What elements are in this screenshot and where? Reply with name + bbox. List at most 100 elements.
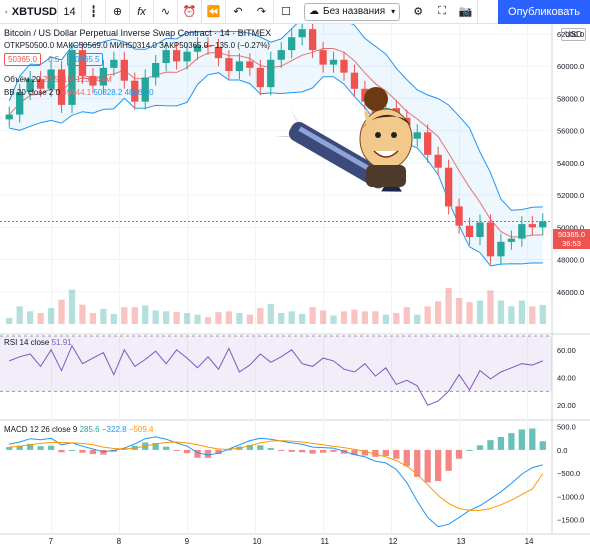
volume-bar [121,307,128,324]
rsi-label: RSI 14 close [4,338,50,347]
volume-bar [330,315,337,324]
macd-histogram-bar [278,449,285,451]
candle-body [267,59,275,88]
candle-body [319,50,327,65]
macd-histogram-bar [330,449,337,452]
indicators-button[interactable]: fx [130,0,154,24]
volume-bar [508,306,515,324]
sell-price[interactable]: 50365.0 [4,53,41,66]
volume-bar [455,298,463,324]
templates-button[interactable]: ∿ [154,0,178,24]
volume-bar [89,313,97,324]
volume-bar [152,310,159,324]
macd-histogram-bar [309,449,316,454]
candle-body [497,241,505,257]
fullscreen-button[interactable]: ⛶ [430,0,454,24]
alert-clock-icon: ⏰ [182,6,197,18]
candle-body [120,59,128,81]
macd-line-value: −322.8 [101,425,127,434]
volume-bar [194,314,201,324]
waveform-icon: ∿ [160,6,171,18]
symbol-search-button[interactable]: XBTUSD [0,0,58,24]
candle-body [518,224,526,239]
volume-bar [131,307,138,324]
indicators-icon: fx [137,5,146,18]
candle-body [413,132,421,139]
macd-legend: MACD 12 26 close 9 285.6 −322.8 −509.4 [4,425,154,434]
macd-histogram-bar [257,445,264,450]
volume-value-b: 123.944M [76,75,112,84]
macd-histogram-bar [455,449,463,459]
snapshot-button[interactable]: 📷 [454,0,479,24]
candle-body [476,222,484,237]
alert-button[interactable]: ⏰ [178,0,202,24]
volume-bar [288,311,295,324]
volume-bar [110,313,117,324]
volume-bar [267,303,274,324]
volume-label: Объём 20 [4,75,41,84]
volume-value-a: 23.541M [42,75,74,84]
macd-histogram-bar [476,445,484,450]
macd-histogram-bar [529,428,536,450]
rsi-tick-label: 40.00 [557,374,576,383]
macd-histogram-bar [267,448,274,450]
undo-button[interactable]: ↶ [226,0,250,24]
compare-button[interactable]: ⊕ [106,0,130,24]
candle-body [110,59,118,68]
candle-body [465,225,474,237]
time-tick-label: 10 [253,537,262,546]
volume-legend: Объём 20 23.541M 123.944M [4,75,112,84]
candle-body [329,59,338,65]
macd-histogram-bar [487,440,494,450]
buy-price[interactable]: 50365.5 [66,53,104,66]
currency-label: USD [561,28,586,41]
rsi-tick-label: 20.00 [557,401,576,410]
settings-button[interactable]: ⚙ [406,0,430,24]
volume-bar [204,317,212,324]
candle-body [5,114,13,120]
bb-lower-value: 48060.0 [124,88,154,97]
candle-body [350,72,359,89]
sheet-name-button[interactable]: ☁ Без названия ▾ [304,2,401,21]
macd-histogram-bar [204,449,212,458]
volume-bar [183,313,191,324]
bb-label: BB 20 close 2 0 [4,88,61,97]
volume-bar [27,311,34,324]
volume-bar [414,314,421,324]
candle-body [246,61,254,68]
candle-body [288,37,296,51]
rsi-value: 51.91 [51,338,72,347]
volume-bar [466,302,473,324]
candle-body [486,222,495,257]
replay-button[interactable]: ⏪ [202,0,226,24]
volume-bar [445,288,452,324]
redo-button[interactable]: ↷ [250,0,274,24]
redo-icon: ↷ [256,6,267,18]
candle-body [152,63,160,78]
chart-type-button[interactable]: ┇ [82,0,106,24]
volume-bar [163,311,170,324]
macd-histogram-bar [173,449,180,451]
layout-button[interactable]: ☐ [274,0,298,24]
candle-body [162,50,170,63]
time-tick-label: 12 [389,537,398,546]
macd-histogram-bar [6,447,13,450]
macd-tick-label: −1000.0 [557,492,584,501]
interval-button[interactable]: 14 [58,0,82,24]
candle-body [507,238,516,242]
time-tick-label: 14 [525,537,534,546]
volume-bar [299,313,306,324]
macd-signal-value: −509.4 [128,425,154,434]
volume-bar [403,307,410,324]
candle-body [256,67,264,88]
chart-canvas[interactable]: 46000.048000.050000.052000.054000.056000… [0,24,590,548]
candle-body [308,29,317,51]
candle-body [277,50,285,60]
macd-line [9,436,543,528]
publish-button[interactable]: Опубликовать [498,0,590,24]
volume-bar [497,300,505,324]
volume-bar [100,308,107,324]
last-price: 50365.0 [557,230,586,239]
volume-bar [79,304,86,324]
time-tick-label: 8 [117,537,122,546]
